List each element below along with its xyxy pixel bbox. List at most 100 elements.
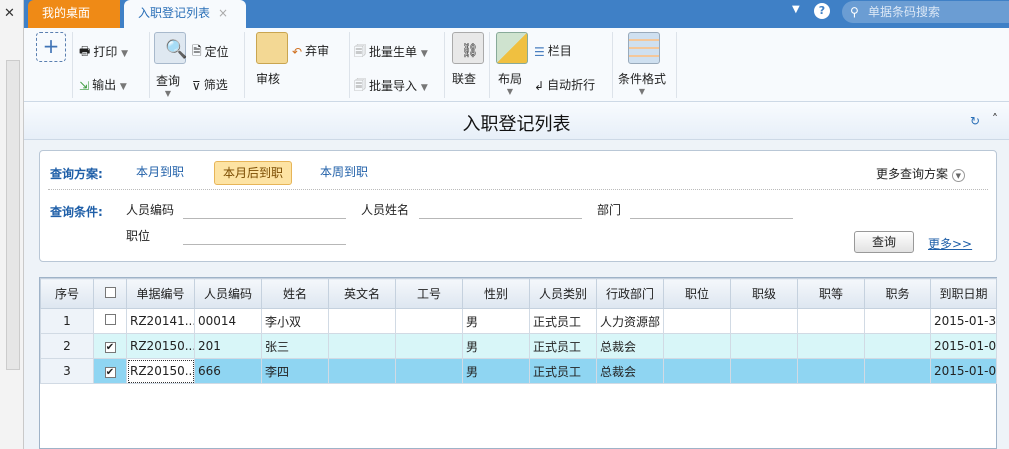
cell-sex[interactable]: 男 — [462, 333, 530, 359]
more-link[interactable]: 更多>> — [928, 235, 972, 252]
cell-doc_no[interactable]: RZ20150... — [126, 333, 195, 359]
row-checkbox[interactable]: ✔ — [104, 342, 116, 353]
help-icon[interactable]: ? — [814, 3, 830, 19]
dropdown-icon[interactable]: ▼ — [792, 4, 800, 15]
cell-level[interactable] — [730, 308, 798, 334]
employee-code-input[interactable] — [183, 201, 346, 219]
filter-button[interactable]: ⊽ 筛选 — [192, 76, 228, 93]
close-tab-icon[interactable]: × — [218, 6, 228, 20]
cell-en[interactable] — [328, 308, 396, 334]
audit-icon — [256, 32, 288, 64]
cell-date[interactable]: 2015-01-31 — [930, 308, 997, 334]
employee-name-input[interactable] — [419, 201, 582, 219]
row-checkbox[interactable]: ✔ — [104, 367, 116, 378]
cell-dept[interactable]: 总裁会 — [596, 333, 664, 359]
column-header[interactable]: 到职日期 — [930, 278, 997, 309]
row-checkbox[interactable] — [104, 314, 116, 325]
link-query-button[interactable]: 联查 — [452, 70, 476, 87]
tab-desktop[interactable]: 我的桌面 — [28, 0, 120, 28]
row-checkbox-cell[interactable] — [93, 308, 127, 334]
cell-no[interactable] — [395, 333, 463, 359]
cell-name[interactable]: 张三 — [261, 333, 329, 359]
cell-no[interactable] — [395, 358, 463, 384]
column-header[interactable]: 职等 — [797, 278, 865, 309]
cell-date[interactable]: 2015-01-01 — [930, 333, 997, 359]
cell-type[interactable]: 正式员工 — [529, 333, 597, 359]
cell-pos[interactable] — [663, 333, 731, 359]
column-header[interactable]: 行政部门 — [596, 278, 664, 309]
column-header[interactable]: 职位 — [663, 278, 731, 309]
department-input[interactable] — [630, 201, 793, 219]
column-header[interactable]: 序号 — [40, 278, 94, 309]
more-schemes-button[interactable]: 更多查询方案 ▼ — [876, 165, 965, 182]
column-header[interactable] — [93, 278, 127, 309]
collapse-icon[interactable]: ˄ — [992, 112, 998, 126]
query-button[interactable]: 查询 — [854, 231, 914, 253]
cell-doc_no[interactable]: RZ20150... — [126, 358, 195, 384]
cell-duty[interactable] — [864, 333, 931, 359]
column-header[interactable]: 单据编号 — [126, 278, 195, 309]
cell-code[interactable]: 666 — [194, 358, 262, 384]
cell-name[interactable]: 李四 — [261, 358, 329, 384]
column-header[interactable]: 性别 — [462, 278, 530, 309]
close-icon[interactable]: ✕ — [4, 6, 15, 21]
cell-pos[interactable] — [663, 308, 731, 334]
row-checkbox-cell[interactable]: ✔ — [93, 333, 127, 359]
print-button[interactable]: 🖶 打印 ▼ — [79, 42, 128, 63]
refresh-icon[interactable]: ↻ — [970, 114, 980, 128]
table-row[interactable]: 3 ✔ RZ20150...666李四 男正式员工总裁会 2015-01-01 — [40, 358, 997, 384]
column-header[interactable]: 姓名 — [261, 278, 329, 309]
cell-level[interactable] — [730, 333, 798, 359]
cell-pos[interactable] — [663, 358, 731, 384]
scheme-after-this-month[interactable]: 本月后到职 — [214, 161, 293, 185]
cell-doc_no[interactable]: RZ20141... — [126, 308, 195, 334]
cell-type[interactable]: 正式员工 — [529, 308, 597, 334]
cell-dept[interactable]: 总裁会 — [596, 358, 664, 384]
column-header[interactable]: 人员类别 — [529, 278, 597, 309]
scheme-this-month[interactable]: 本月到职 — [128, 161, 192, 185]
column-header[interactable]: 职级 — [730, 278, 798, 309]
cell-en[interactable] — [328, 358, 396, 384]
cell-sex[interactable]: 男 — [462, 358, 530, 384]
cell-level[interactable] — [730, 358, 798, 384]
conditional-format-button[interactable]: 条件格式 ▼ — [618, 70, 666, 96]
column-header[interactable]: 人员编码 — [194, 278, 262, 309]
scrollbar[interactable] — [6, 60, 20, 370]
cell-duty[interactable] — [864, 358, 931, 384]
batch-import-button[interactable]: 🗐 批量导入 ▼ — [354, 76, 428, 97]
position-input[interactable] — [183, 227, 346, 245]
columns-button[interactable]: ☰ 栏目 — [534, 42, 572, 59]
column-header[interactable]: 职务 — [864, 278, 931, 309]
row-checkbox-cell[interactable]: ✔ — [93, 358, 127, 384]
cell-no[interactable] — [395, 308, 463, 334]
cell-type[interactable]: 正式员工 — [529, 358, 597, 384]
unaudit-button[interactable]: ↶ 弃审 — [292, 42, 329, 59]
auto-wrap-button[interactable]: ↲ 自动折行 — [534, 76, 595, 93]
search-input[interactable]: ⚲ 单据条码搜索 — [842, 1, 1009, 23]
cell-date[interactable]: 2015-01-01 — [930, 358, 997, 384]
cell-grade[interactable] — [797, 308, 865, 334]
column-header[interactable]: 英文名 — [328, 278, 396, 309]
table-row[interactable]: 1 RZ20141...00014李小双 男正式员工人力资源部 2015-01-31 — [40, 308, 997, 334]
cell-sex[interactable]: 男 — [462, 308, 530, 334]
cell-duty[interactable] — [864, 308, 931, 334]
cell-dept[interactable]: 人力资源部 — [596, 308, 664, 334]
cell-name[interactable]: 李小双 — [261, 308, 329, 334]
add-button[interactable]: + — [36, 32, 66, 62]
layout-button[interactable]: 布局 ▼ — [498, 70, 522, 96]
cell-code[interactable]: 00014 — [194, 308, 262, 334]
table-row[interactable]: 2 ✔ RZ20150...201张三 男正式员工总裁会 2015-01-01 — [40, 333, 997, 359]
scheme-this-week[interactable]: 本周到职 — [312, 161, 376, 185]
locate-button[interactable]: 🗎 定位 — [192, 42, 229, 63]
cell-grade[interactable] — [797, 358, 865, 384]
cell-en[interactable] — [328, 333, 396, 359]
batch-create-button[interactable]: 🗐 批量生单 ▼ — [354, 42, 428, 63]
cell-code[interactable]: 201 — [194, 333, 262, 359]
cell-grade[interactable] — [797, 333, 865, 359]
export-button[interactable]: ⇲ 输出 ▼ — [79, 76, 127, 93]
tab-onboarding-list[interactable]: 入职登记列表 × — [124, 0, 246, 28]
column-header[interactable]: 工号 — [395, 278, 463, 309]
query-button[interactable]: 查询 ▼ — [156, 72, 180, 98]
select-all-checkbox[interactable] — [104, 286, 116, 298]
audit-button[interactable]: 审核 — [256, 70, 280, 87]
